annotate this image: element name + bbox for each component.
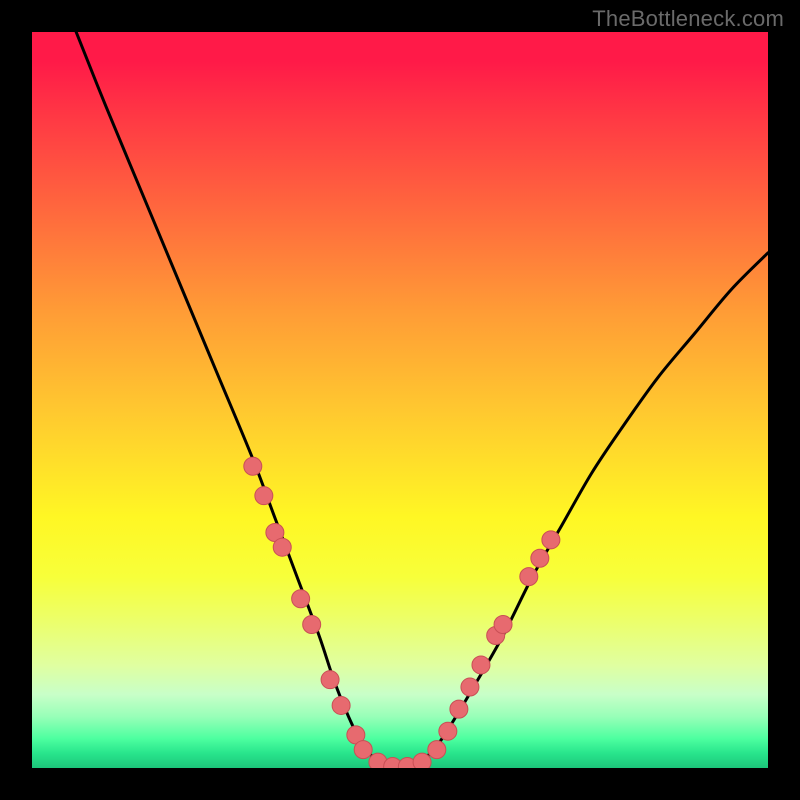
data-dot bbox=[450, 700, 468, 718]
watermark-text: TheBottleneck.com bbox=[592, 6, 784, 32]
chart-frame: TheBottleneck.com bbox=[0, 0, 800, 800]
data-dot bbox=[321, 671, 339, 689]
data-dot bbox=[244, 457, 262, 475]
bottleneck-curve bbox=[76, 32, 768, 768]
data-dot bbox=[542, 531, 560, 549]
data-dot bbox=[292, 590, 310, 608]
data-dot bbox=[303, 615, 321, 633]
data-dot bbox=[439, 722, 457, 740]
data-dot bbox=[472, 656, 490, 674]
data-dot bbox=[494, 615, 512, 633]
data-dot bbox=[273, 538, 291, 556]
data-dot bbox=[332, 696, 350, 714]
data-dot bbox=[255, 487, 273, 505]
data-dot bbox=[413, 753, 431, 768]
data-dot bbox=[520, 568, 538, 586]
plot-area bbox=[32, 32, 768, 768]
curve-layer bbox=[32, 32, 768, 768]
data-dot bbox=[354, 741, 372, 759]
data-dot bbox=[461, 678, 479, 696]
data-dot bbox=[428, 741, 446, 759]
data-dot bbox=[531, 549, 549, 567]
